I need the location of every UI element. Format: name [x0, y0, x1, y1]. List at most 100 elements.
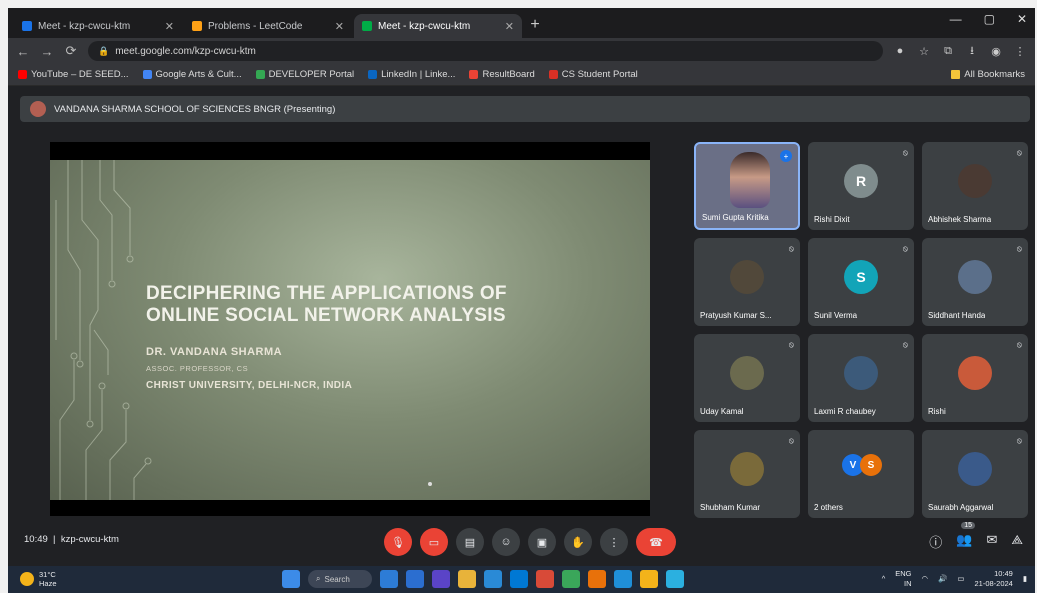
new-tab-button[interactable]: + [524, 14, 546, 36]
info-icon[interactable]: ⓘ [929, 532, 942, 551]
slide-author: DR. VANDANA SHARMA [146, 346, 283, 358]
battery-icon[interactable]: ▭ [957, 574, 964, 584]
system-tray: ^ ENG IN ◠ 🔊 ▭ 10:49 21-08-2024 ▮ [882, 569, 1027, 589]
meeting-code: kzp-cwcu-ktm [60, 534, 119, 545]
participant-name: Saurabh Aggarwal [928, 503, 994, 512]
reload-icon[interactable]: ⟳ [64, 43, 78, 59]
taskbar-app-icon[interactable] [510, 570, 528, 588]
presentation-stage: DECIPHERING THE APPLICATIONS OF ONLINE S… [50, 142, 650, 516]
taskbar-date: 21-08-2024 [974, 579, 1013, 588]
extensions-icon[interactable]: ⧉ [941, 45, 955, 58]
camera-off-button[interactable]: ▭ [420, 528, 448, 556]
volume-icon[interactable]: 🔊 [938, 574, 947, 584]
participant-tile[interactable]: ⦸ Abhishek Sharma [922, 142, 1028, 230]
forward-icon[interactable]: → [40, 44, 54, 59]
activities-icon[interactable]: ⟁ [1011, 532, 1023, 551]
bookmark-favicon-icon [255, 70, 265, 79]
bookmark-label: Google Arts & Cult... [155, 69, 242, 80]
participant-tile[interactable]: + Sumi Gupta Kritika [694, 142, 800, 230]
camera-off-icon: ▭ [428, 536, 440, 549]
close-window-icon[interactable]: ✕ [1017, 12, 1027, 26]
weather-temp: 31°C [39, 570, 56, 579]
participant-tile[interactable]: ⦸ Pratyush Kumar S... [694, 238, 800, 326]
bookmark-item[interactable]: Google Arts & Cult... [142, 69, 242, 80]
start-icon[interactable] [282, 570, 300, 588]
minimize-icon[interactable]: — [950, 12, 962, 26]
presenting-text: VANDANA SHARMA SCHOOL OF SCIENCES BNGR (… [54, 103, 336, 115]
taskbar-app-icon[interactable] [666, 570, 684, 588]
participant-tile[interactable]: R ⦸ Rishi Dixit [808, 142, 914, 230]
back-icon[interactable]: ← [16, 44, 30, 59]
taskbar-app-icon[interactable] [380, 570, 398, 588]
participant-avatar [958, 451, 992, 486]
pin-icon[interactable]: + [780, 150, 792, 162]
taskbar-app-icon[interactable] [458, 570, 476, 588]
download-icon[interactable]: ⭳ [965, 42, 979, 61]
participant-avatar [730, 355, 764, 390]
mic-off-icon: 🎙 [391, 536, 405, 549]
participant-tile[interactable]: ⦸ Siddhant Handa [922, 238, 1028, 326]
participant-tile[interactable]: ⦸ Rishi [922, 334, 1028, 422]
bookmark-item[interactable]: ResultBoard [469, 69, 535, 80]
taskbar-app-icon[interactable] [406, 570, 424, 588]
bookmark-item[interactable]: LinkedIn | Linke... [368, 69, 455, 80]
mic-muted-icon: ⦸ [788, 340, 794, 349]
browser-tab[interactable]: Problems - LeetCode ✕ [184, 14, 352, 38]
leave-call-button[interactable]: ☎ [636, 528, 676, 556]
maximize-icon[interactable]: ▢ [984, 12, 995, 26]
profile-icon[interactable]: ◉ [989, 45, 1003, 58]
participant-tile[interactable]: S ⦸ Sunil Verma [808, 238, 914, 326]
bookmark-star-icon[interactable]: ☆ [917, 45, 931, 58]
notification-icon[interactable]: ▮ [1023, 574, 1027, 584]
all-bookmarks-button[interactable]: All Bookmarks [951, 69, 1025, 80]
chevron-up-icon[interactable]: ^ [882, 574, 886, 584]
taskbar-clock[interactable]: 10:49 21-08-2024 [974, 569, 1012, 589]
participant-tile[interactable]: ⦸ Saurabh Aggarwal [922, 430, 1028, 518]
emoji-icon: ☺ [500, 536, 512, 548]
mic-off-button[interactable]: 🎙 [384, 528, 412, 556]
taskbar-app-icon[interactable] [432, 570, 450, 588]
close-icon[interactable]: ✕ [165, 20, 174, 33]
taskbar-app-icon[interactable] [562, 570, 580, 588]
present-button[interactable]: ▣ [528, 528, 556, 556]
taskbar-app-icon[interactable] [484, 570, 502, 588]
participant-tile[interactable]: ⦸ Laxmi R chaubey [808, 334, 914, 422]
menu-icon[interactable]: ⋮ [1013, 45, 1027, 58]
more-icon: ⋮ [608, 536, 620, 549]
more-options-button[interactable]: ⋮ [600, 528, 628, 556]
participant-name: Siddhant Handa [928, 311, 986, 320]
address-bar[interactable]: 🔒 meet.google.com/kzp-cwcu-ktm [88, 41, 883, 61]
participant-name: Pratyush Kumar S... [700, 311, 772, 320]
mic-muted-icon: ⦸ [902, 244, 908, 253]
taskbar-app-icon[interactable] [614, 570, 632, 588]
weather-widget[interactable]: 31°C Haze [20, 570, 57, 588]
taskbar-apps: ⌕ Search [282, 570, 684, 588]
bookmark-favicon-icon [142, 70, 152, 79]
taskbar-app-icon[interactable] [640, 570, 658, 588]
bookmark-item[interactable]: DEVELOPER Portal [255, 69, 354, 80]
participant-tile[interactable]: ⦸ Uday Kamal [694, 334, 800, 422]
participant-tile[interactable]: VS2 others [808, 430, 914, 518]
separator: | [50, 534, 59, 545]
close-icon[interactable]: ✕ [505, 20, 514, 33]
captions-button[interactable]: ▤ [456, 528, 484, 556]
camera-icon[interactable]: ● [893, 45, 907, 57]
bookmark-item[interactable]: CS Student Portal [548, 69, 638, 80]
close-icon[interactable]: ✕ [335, 20, 344, 33]
taskbar-search[interactable]: ⌕ Search [308, 570, 372, 588]
participant-name: Uday Kamal [700, 407, 744, 416]
language-indicator[interactable]: ENG IN [895, 569, 911, 589]
participant-tile[interactable]: ⦸ Shubham Kumar [694, 430, 800, 518]
wifi-icon[interactable]: ◠ [922, 574, 929, 584]
raise-hand-button[interactable]: ✋ [564, 528, 592, 556]
presentation-slide: DECIPHERING THE APPLICATIONS OF ONLINE S… [50, 160, 650, 500]
taskbar-app-icon[interactable] [536, 570, 554, 588]
chat-icon[interactable]: ✉ [986, 532, 997, 551]
browser-tab-active[interactable]: Meet - kzp-cwcu-ktm ✕ [354, 14, 522, 38]
taskbar-app-icon[interactable] [588, 570, 606, 588]
bookmark-item[interactable]: YouTube – DE SEED... [18, 69, 129, 80]
reactions-button[interactable]: ☺ [492, 528, 520, 556]
people-icon[interactable]: 👥 [956, 532, 972, 551]
slide-title: DECIPHERING THE APPLICATIONS OF ONLINE S… [146, 283, 626, 327]
browser-tab[interactable]: Meet - kzp-cwcu-ktm ✕ [14, 14, 182, 38]
